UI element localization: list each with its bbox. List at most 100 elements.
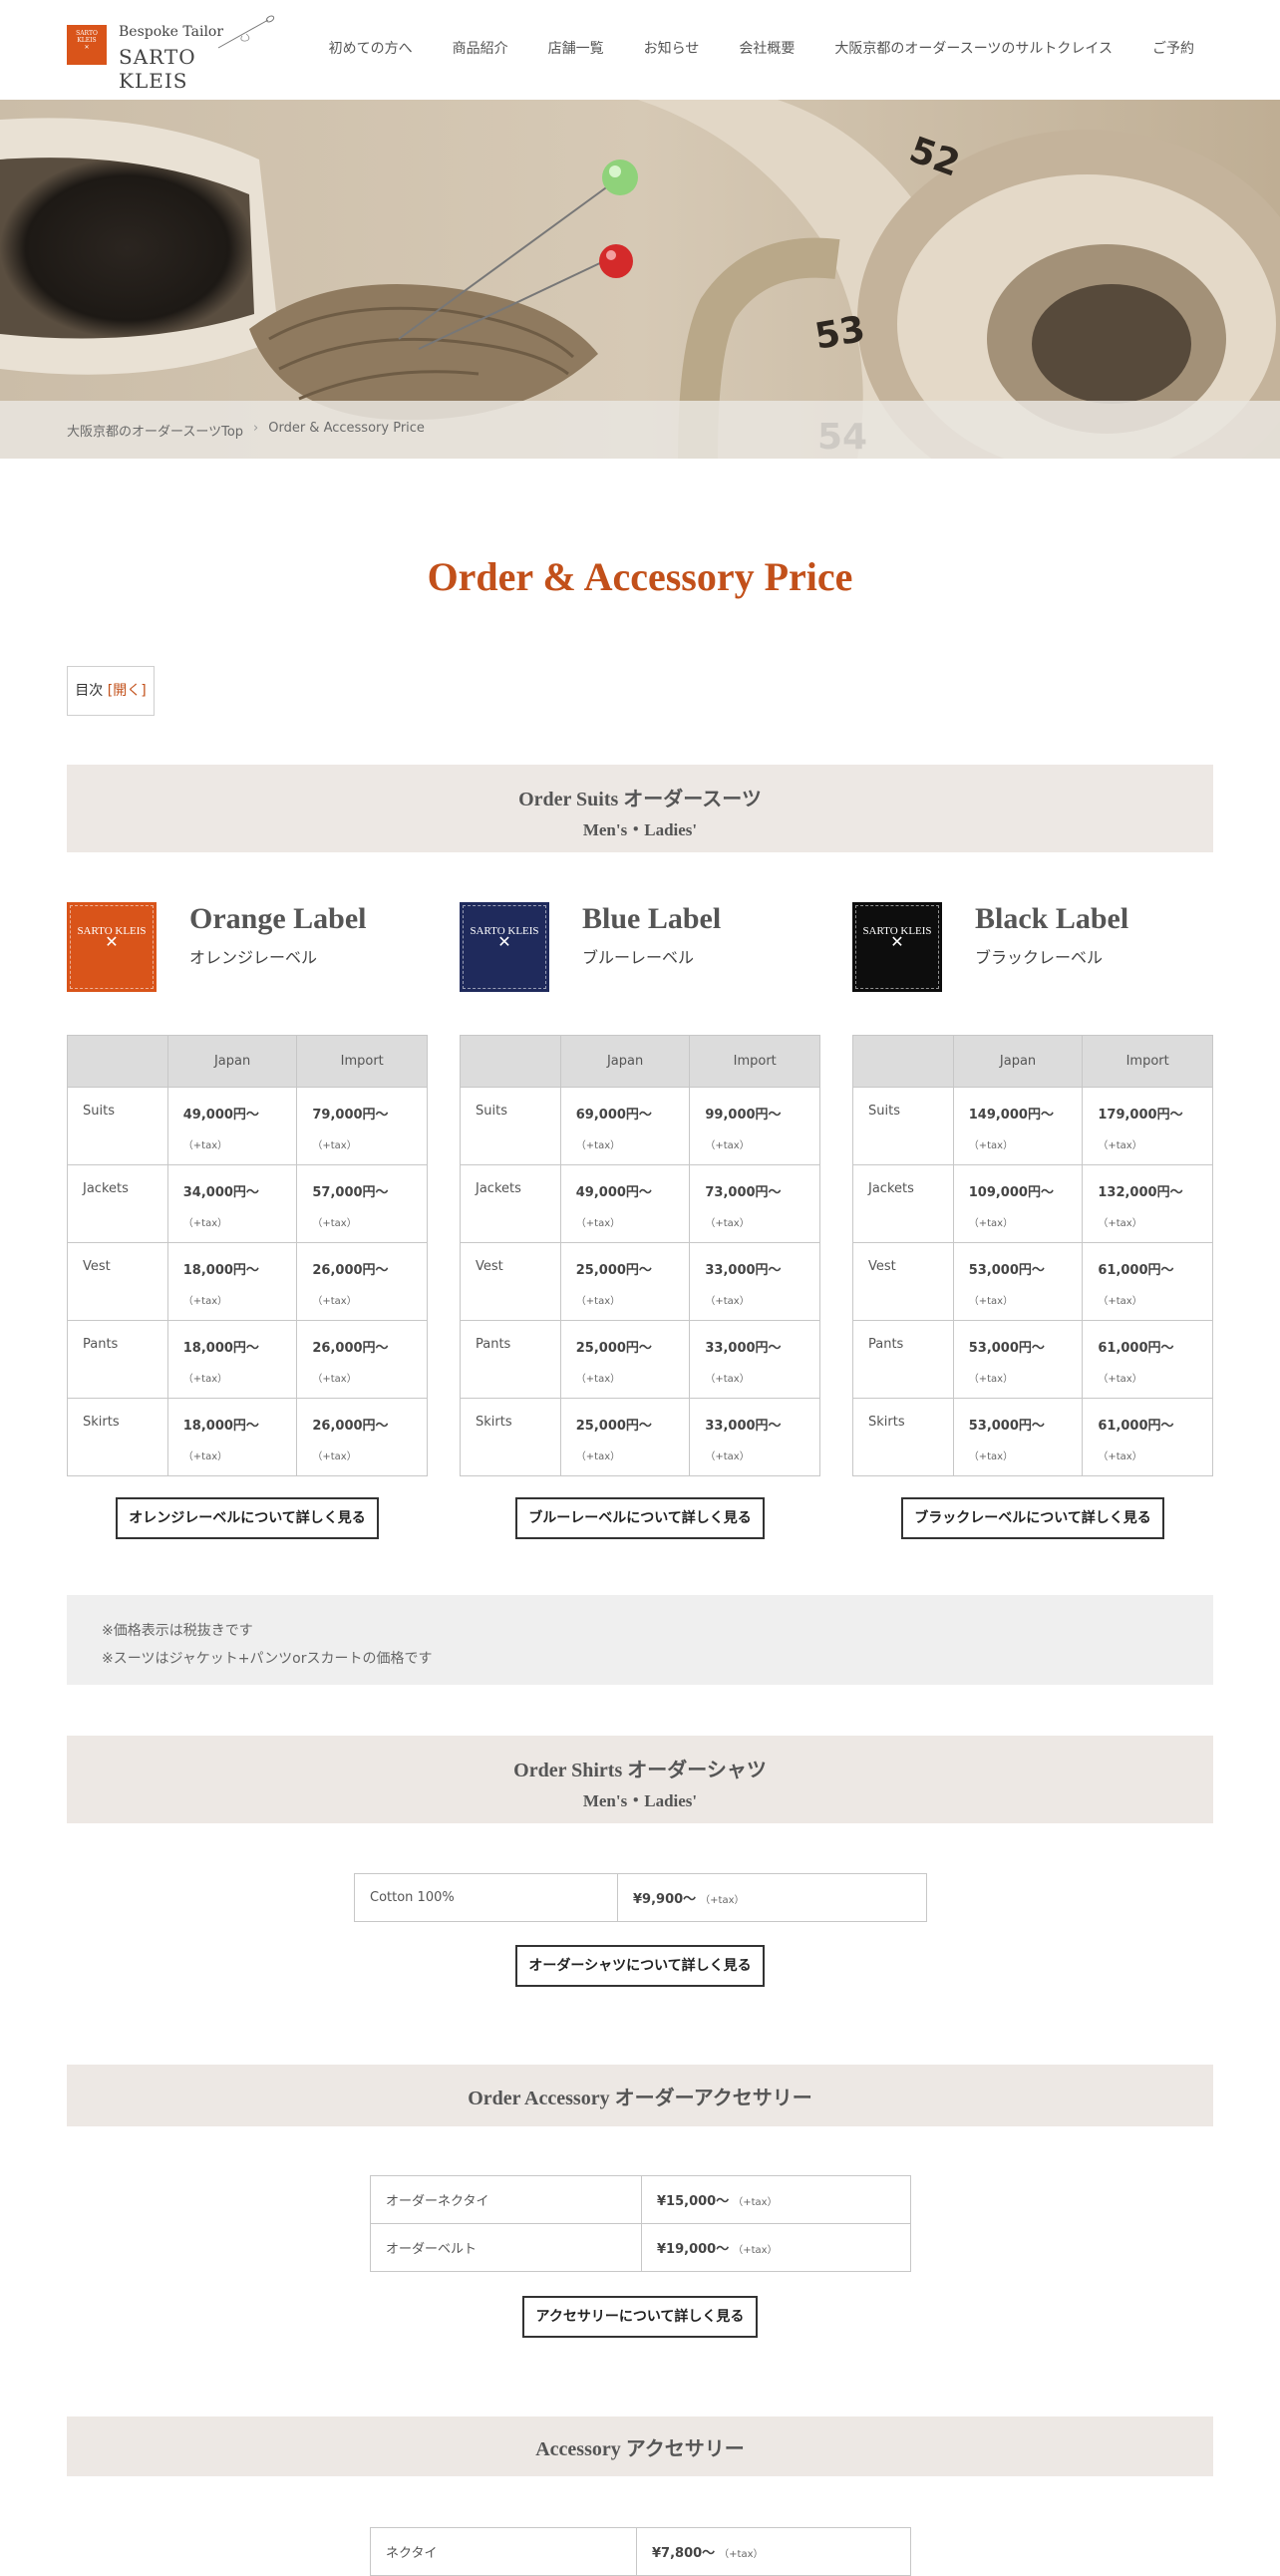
shirts-price-table: Cotton 100% ¥9,900〜 （+tax） <box>354 1873 927 1922</box>
price-value: 49,000円～ <box>575 1185 652 1200</box>
tax-note: （+tax） <box>182 1374 228 1385</box>
tax-note: （+tax） <box>575 1451 621 1462</box>
price-table-orange: Japan Import Suits 49,000円～ （+tax） 79,000… <box>67 1035 428 1476</box>
tax-note: （+tax） <box>1098 1140 1142 1151</box>
price-japan: 69,000円～ （+tax） <box>559 1087 691 1165</box>
label-blue: SARTO KLEIS ✕ Blue Label ブルーレーベル <box>460 902 828 992</box>
price-import: 79,000円～ （+tax） <box>296 1087 428 1165</box>
item-label: Cotton 100% <box>354 1873 618 1922</box>
row-label: Suits <box>852 1087 954 1165</box>
blue-label-swatch: SARTO KLEIS ✕ <box>460 902 549 992</box>
breadcrumb-current: Order & Accessory Price <box>268 421 425 436</box>
tax-note: （+tax） <box>733 2197 778 2208</box>
nav-first-time[interactable]: 初めての方へ <box>329 38 413 58</box>
row-label: Vest <box>852 1242 954 1321</box>
price-value: 26,000円～ <box>312 1419 389 1434</box>
price-value: 53,000円～ <box>968 1263 1045 1278</box>
row-label: Vest <box>460 1242 561 1321</box>
nav-about-sartokleis[interactable]: 大阪京都のオーダースーツのサルトクレイス <box>834 38 1113 58</box>
section-header-suits: Order Suits オーダースーツ Men's・Ladies' <box>67 765 1213 852</box>
price-japan: 49,000円～ （+tax） <box>559 1164 691 1243</box>
price-import: 33,000円～ （+tax） <box>689 1242 820 1321</box>
price-import: 99,000円～ （+tax） <box>689 1087 820 1165</box>
table-row: Jackets 49,000円～ （+tax） 73,000円～ （+tax） <box>460 1164 820 1243</box>
accessory-detail-button[interactable]: アクセサリーについて詳しく見る <box>522 2296 758 2338</box>
header-cell <box>460 1035 561 1088</box>
table-row: Skirts 53,000円～ （+tax） 61,000円～ （+tax） <box>852 1398 1213 1476</box>
row-label: Jackets <box>67 1164 168 1243</box>
blue-label-detail-button[interactable]: ブルーレーベルについて詳しく見る <box>515 1497 765 1539</box>
breadcrumb-home[interactable]: 大阪京都のオーダースーツTop <box>67 421 243 440</box>
item-label: オーダーネクタイ <box>370 2175 642 2224</box>
price-value: ¥9,900〜 <box>633 1892 697 1907</box>
price-value: 33,000円～ <box>705 1419 782 1434</box>
table-header-row: Japan Import <box>460 1035 820 1088</box>
table-row: Vest 53,000円～ （+tax） 61,000円～ （+tax） <box>852 1242 1213 1321</box>
price-import: 132,000円～ （+tax） <box>1082 1164 1213 1243</box>
price-value: 53,000円～ <box>968 1341 1045 1356</box>
header-japan: Japan <box>166 1035 298 1088</box>
item-price: ¥19,000〜 （+tax） <box>641 2223 911 2272</box>
price-value: 18,000円～ <box>182 1419 259 1434</box>
row-label: Skirts <box>852 1398 954 1476</box>
tax-note: （+tax） <box>705 1296 750 1307</box>
price-japan: 18,000円～ （+tax） <box>166 1320 298 1399</box>
table-row: Pants 18,000円～ （+tax） 26,000円～ （+tax） <box>67 1320 428 1399</box>
nav-stores[interactable]: 店舗一覧 <box>548 38 604 58</box>
tax-note: （+tax） <box>700 1895 745 1906</box>
price-value: 53,000円～ <box>968 1419 1045 1434</box>
price-value: 61,000円～ <box>1098 1419 1174 1434</box>
label-name: Black Label <box>975 902 1129 935</box>
table-row: Jackets 34,000円～ （+tax） 57,000円～ （+tax） <box>67 1164 428 1243</box>
section-header-shirts: Order Shirts オーダーシャツ Men's・Ladies' <box>67 1736 1213 1823</box>
price-value: 73,000円～ <box>705 1185 782 1200</box>
label-jp: オレンジレーベル <box>189 948 318 967</box>
section-title: Order Accessory オーダーアクセサリー <box>468 2088 812 2109</box>
table-header-row: Japan Import <box>852 1035 1213 1088</box>
note-tax: ※価格表示は税抜きです <box>102 1623 253 1639</box>
tax-note: （+tax） <box>719 2549 764 2560</box>
breadcrumb-bar: 大阪京都のオーダースーツTop › Order & Accessory Pric… <box>0 401 1280 459</box>
table-row: Vest 18,000円～ （+tax） 26,000円～ （+tax） <box>67 1242 428 1321</box>
tax-note: （+tax） <box>968 1296 1014 1307</box>
nav-company[interactable]: 会社概要 <box>739 38 795 58</box>
black-label-detail-button[interactable]: ブラックレーベルについて詳しく見る <box>901 1497 1164 1539</box>
table-header-row: Japan Import <box>67 1035 428 1088</box>
row-label: Suits <box>460 1087 561 1165</box>
label-black: SARTO KLEIS ✕ Black Label ブラックレーベル <box>852 902 1221 992</box>
tax-note: （+tax） <box>312 1374 357 1385</box>
price-import: 61,000円～ （+tax） <box>1082 1398 1213 1476</box>
breadcrumb: 大阪京都のオーダースーツTop › Order & Accessory Pric… <box>67 421 425 440</box>
site-header: SARTO KLEIS ✕ Bespoke Tailor SARTO KLEIS … <box>0 0 1280 100</box>
shirts-detail-button[interactable]: オーダーシャツについて詳しく見る <box>515 1945 765 1987</box>
table-row: Cotton 100% ¥9,900〜 （+tax） <box>354 1873 927 1922</box>
item-label: ネクタイ <box>370 2527 637 2576</box>
accessory-price-table: ネクタイ ¥7,800〜 （+tax） <box>370 2527 911 2576</box>
row-label: Jackets <box>460 1164 561 1243</box>
row-label: Jackets <box>852 1164 954 1243</box>
nav-news[interactable]: お知らせ <box>644 38 700 58</box>
tax-note: （+tax） <box>733 2245 778 2256</box>
row-label: Pants <box>852 1320 954 1399</box>
price-japan: 109,000円～ （+tax） <box>952 1164 1084 1243</box>
price-value: 33,000円～ <box>705 1341 782 1356</box>
price-value: 25,000円～ <box>575 1341 652 1356</box>
tax-note: （+tax） <box>968 1218 1014 1229</box>
toc-open-toggle[interactable]: [開く] <box>108 683 147 699</box>
toc-label: 目次 <box>75 683 104 699</box>
price-japan: 53,000円～ （+tax） <box>952 1242 1084 1321</box>
orange-label-detail-button[interactable]: オレンジレーベルについて詳しく見る <box>116 1497 379 1539</box>
item-price: ¥7,800〜 （+tax） <box>636 2527 911 2576</box>
nav-reservation[interactable]: ご予約 <box>1152 38 1194 58</box>
price-value: 49,000円～ <box>182 1108 259 1123</box>
nav-products[interactable]: 商品紹介 <box>453 38 508 58</box>
logo-title: SARTO KLEIS <box>119 45 196 93</box>
price-import: 73,000円～ （+tax） <box>689 1164 820 1243</box>
tax-note: （+tax） <box>705 1218 750 1229</box>
row-label: Vest <box>67 1242 168 1321</box>
price-value: 61,000円～ <box>1098 1341 1174 1356</box>
site-logo[interactable]: SARTO KLEIS ✕ Bespoke Tailor SARTO KLEIS <box>67 15 275 93</box>
table-of-contents[interactable]: 目次 [開く] <box>67 666 155 716</box>
price-table-blue: Japan Import Suits 69,000円～ （+tax） 99,000… <box>460 1035 820 1476</box>
label-jp: ブルーレーベル <box>582 948 695 967</box>
